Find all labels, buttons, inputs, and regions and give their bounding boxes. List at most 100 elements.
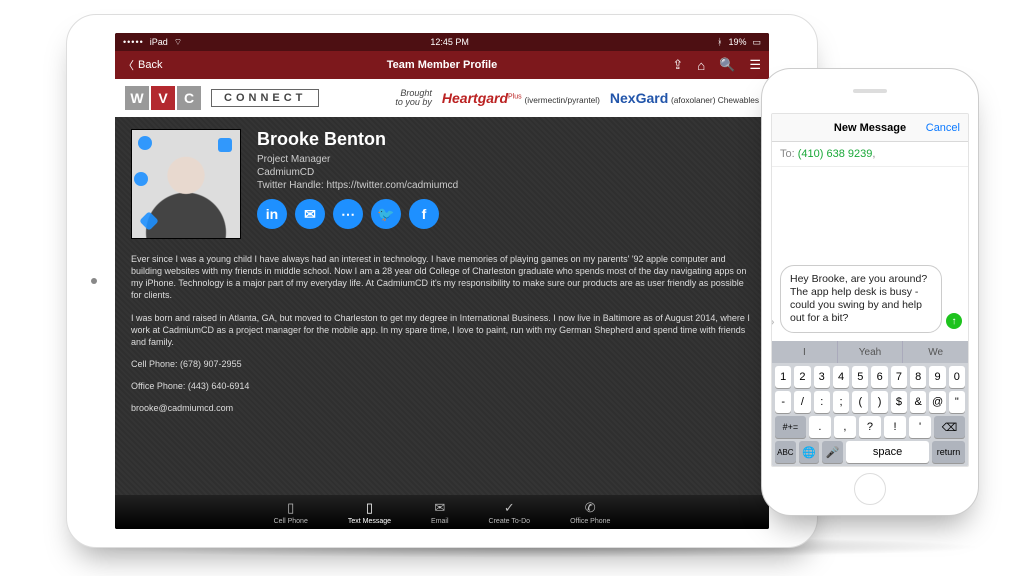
profile-name: Brooke Benton bbox=[257, 129, 458, 150]
predictive-option[interactable]: I bbox=[772, 341, 838, 363]
wvc-tile-c: C bbox=[177, 86, 201, 110]
bio-paragraph-2: I was born and raised in Atlanta, GA, bu… bbox=[131, 312, 753, 348]
key-row-2: - / : ; ( ) $ & @ " bbox=[772, 388, 968, 413]
tab-create-todo[interactable]: ✓Create To-Do bbox=[489, 500, 531, 525]
home-icon[interactable]: ⌂ bbox=[697, 58, 705, 73]
wifi-icon: ⌔ bbox=[174, 37, 182, 48]
phone-icon: ▯ bbox=[287, 500, 294, 516]
tab-cell-phone[interactable]: ▯Cell Phone bbox=[274, 500, 308, 525]
space-key[interactable]: space bbox=[846, 441, 929, 463]
email: brooke@cadmiumcd.com bbox=[131, 402, 753, 414]
abc-key[interactable]: ABC bbox=[775, 441, 796, 463]
battery-pct: 19% bbox=[728, 37, 746, 47]
sponsor-banner: W V C CONNECT Broughtto you by Heartgard… bbox=[115, 79, 769, 117]
return-key[interactable]: return bbox=[932, 441, 965, 463]
key[interactable]: 3 bbox=[814, 366, 830, 388]
back-button[interactable]: 〈 Back bbox=[123, 57, 162, 73]
iphone-home-button[interactable] bbox=[854, 473, 886, 505]
key[interactable]: " bbox=[949, 391, 965, 413]
key[interactable]: @ bbox=[929, 391, 945, 413]
social-row: in ✉ ⋯ 🐦 f bbox=[257, 199, 458, 229]
nav-bar: 〈 Back Team Member Profile ⇪ ⌂ 🔍 ☰ bbox=[115, 51, 769, 79]
key[interactable]: ; bbox=[833, 391, 849, 413]
key-row-4: ABC 🌐 🎤 space return bbox=[772, 438, 968, 466]
predictive-option[interactable]: Yeah bbox=[838, 341, 904, 363]
messages-title: New Message bbox=[834, 122, 906, 134]
messages-header: New Message Cancel bbox=[772, 114, 968, 142]
chevron-left-icon: 〈 bbox=[123, 57, 134, 73]
key[interactable]: . bbox=[809, 416, 831, 438]
bio-paragraph-1: Ever since I was a young child I have al… bbox=[131, 253, 753, 302]
key[interactable]: 5 bbox=[852, 366, 868, 388]
key-row-1: 1 2 3 4 5 6 7 8 9 0 bbox=[772, 363, 968, 388]
predictive-option[interactable]: We bbox=[903, 341, 968, 363]
predictive-bar: I Yeah We bbox=[772, 341, 968, 363]
facebook-icon[interactable]: f bbox=[409, 199, 439, 229]
cancel-button[interactable]: Cancel bbox=[926, 122, 960, 134]
key[interactable]: 2 bbox=[794, 366, 810, 388]
symbols-key[interactable]: #+= bbox=[775, 416, 806, 438]
key[interactable]: 7 bbox=[891, 366, 907, 388]
key[interactable]: ) bbox=[871, 391, 887, 413]
chat-icon[interactable]: ⋯ bbox=[333, 199, 363, 229]
carrier-label: iPad bbox=[150, 37, 168, 47]
share-icon[interactable]: ⇪ bbox=[672, 57, 683, 73]
office-phone: Office Phone: (443) 640-6914 bbox=[131, 380, 753, 392]
status-bar: ••••• iPad ⌔ 12:45 PM ᚼ 19% ▭ bbox=[115, 33, 769, 51]
to-label: To: bbox=[780, 148, 795, 160]
mic-key[interactable]: 🎤 bbox=[822, 441, 843, 463]
key[interactable]: , bbox=[834, 416, 856, 438]
key[interactable]: 4 bbox=[833, 366, 849, 388]
envelope-icon: ✉ bbox=[434, 500, 445, 516]
tab-text-message[interactable]: ▯Text Message bbox=[348, 500, 391, 525]
send-button[interactable]: ↑ bbox=[946, 313, 962, 329]
key[interactable]: ( bbox=[852, 391, 868, 413]
avatar bbox=[131, 129, 241, 239]
nexgard-logo: NexGard (afoxolaner) Chewables bbox=[610, 90, 759, 106]
key[interactable]: : bbox=[814, 391, 830, 413]
bluetooth-icon: ᚼ bbox=[717, 37, 722, 47]
message-input[interactable]: Hey Brooke, are you around? The app help… bbox=[780, 265, 942, 334]
to-field[interactable]: To: (410) 638 9239, bbox=[772, 142, 968, 167]
ipad-camera bbox=[91, 278, 97, 284]
key[interactable]: 0 bbox=[949, 366, 965, 388]
key[interactable]: 1 bbox=[775, 366, 791, 388]
globe-key[interactable]: 🌐 bbox=[799, 441, 820, 463]
wvc-tile-v: V bbox=[151, 86, 175, 110]
menu-icon[interactable]: ☰ bbox=[749, 57, 761, 73]
key[interactable]: / bbox=[794, 391, 810, 413]
heartgard-logo: HeartgardPlus (ivermectin/pyrantel) bbox=[442, 90, 600, 106]
phone-text-icon: ▯ bbox=[366, 500, 373, 516]
linkedin-icon[interactable]: in bbox=[257, 199, 287, 229]
key[interactable]: 6 bbox=[871, 366, 887, 388]
card-icon[interactable]: ✉ bbox=[295, 199, 325, 229]
back-label: Back bbox=[138, 59, 162, 71]
profile-company: CadmiumCD bbox=[257, 167, 458, 178]
iphone-device: New Message Cancel To: (410) 638 9239, ›… bbox=[761, 68, 979, 516]
search-icon[interactable]: 🔍 bbox=[719, 57, 735, 73]
key[interactable]: - bbox=[775, 391, 791, 413]
key[interactable]: ? bbox=[859, 416, 881, 438]
key[interactable]: 8 bbox=[910, 366, 926, 388]
arrow-up-icon: ↑ bbox=[952, 316, 957, 327]
iphone-speaker bbox=[853, 89, 887, 93]
wvc-logo: W V C bbox=[125, 86, 201, 110]
tab-office-phone[interactable]: ✆Office Phone bbox=[570, 500, 610, 525]
twitter-icon[interactable]: 🐦 bbox=[371, 199, 401, 229]
tab-email[interactable]: ✉Email bbox=[431, 500, 449, 525]
connect-label: CONNECT bbox=[211, 89, 319, 107]
cell-phone: Cell Phone: (678) 907-2955 bbox=[131, 358, 753, 370]
handset-icon: ✆ bbox=[585, 500, 596, 516]
message-area[interactable]: › Hey Brooke, are you around? The app he… bbox=[772, 167, 968, 341]
key[interactable]: ! bbox=[884, 416, 906, 438]
ipad-device: ••••• iPad ⌔ 12:45 PM ᚼ 19% ▭ 〈 Back Tea… bbox=[66, 14, 818, 548]
brought-by-label: Broughtto you by bbox=[395, 89, 432, 108]
delete-key[interactable]: ⌫ bbox=[934, 416, 965, 438]
key[interactable]: & bbox=[910, 391, 926, 413]
keyboard: I Yeah We 1 2 3 4 5 6 7 8 9 0 - / : ; bbox=[772, 341, 968, 466]
key[interactable]: ' bbox=[909, 416, 931, 438]
key[interactable]: 9 bbox=[929, 366, 945, 388]
status-time: 12:45 PM bbox=[430, 37, 469, 47]
signal-dots-icon: ••••• bbox=[123, 37, 144, 47]
key[interactable]: $ bbox=[891, 391, 907, 413]
